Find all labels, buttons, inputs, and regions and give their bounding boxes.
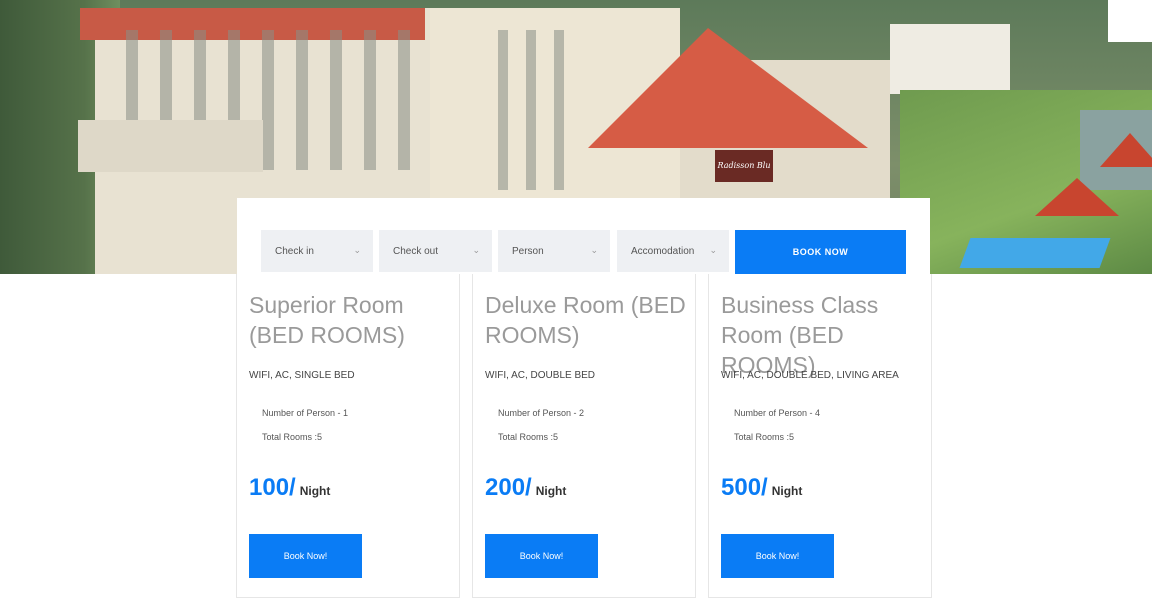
room-price-unit: Night — [535, 484, 567, 498]
room-title: Deluxe Room (BED ROOMS) — [485, 292, 686, 348]
chevron-down-icon: ⌄ — [472, 244, 480, 255]
room-persons: Number of Person - 1 — [262, 408, 349, 418]
check-out-select[interactable]: Check out ⌄ — [379, 230, 492, 272]
room-price-value: 200/ — [485, 474, 532, 501]
hero-windows-center — [480, 30, 580, 190]
room-persons: Number of Person - 2 — [498, 408, 585, 418]
room-features: WIFI, AC, SINGLE BED — [249, 370, 355, 381]
hero-hotel-sign: Radisson Blu — [715, 150, 773, 182]
room-title: Business Class Room (BED ROOMS) — [721, 292, 879, 378]
room-title: Superior Room (BED ROOMS) — [249, 292, 405, 348]
room-features: WIFI, AC, DOUBLE BED — [485, 370, 596, 381]
hero-porch — [78, 120, 263, 172]
hero-gazebo-roof-far — [1100, 133, 1152, 167]
chevron-down-icon: ⌄ — [709, 244, 717, 255]
hero-corner-notch — [1108, 0, 1152, 42]
hero-gazebo-roof — [1035, 178, 1119, 216]
check-in-select[interactable]: Check in ⌄ — [261, 230, 373, 272]
room-card-business: Business Class Room (BED ROOMS) WIFI, AC… — [708, 274, 932, 598]
accomodation-label: Accomodation — [631, 245, 695, 257]
room-total-rooms: Total Rooms :5 — [262, 432, 323, 442]
room-book-now-button[interactable]: Book Now! — [249, 534, 362, 578]
person-select[interactable]: Person ⌄ — [498, 230, 610, 272]
room-card-deluxe: Deluxe Room (BED ROOMS) WIFI, AC, DOUBLE… — [472, 274, 696, 598]
hero-pool — [959, 238, 1111, 268]
chevron-down-icon: ⌄ — [590, 244, 598, 255]
hero-annex — [890, 24, 1010, 94]
room-book-now-button[interactable]: Book Now! — [721, 534, 834, 578]
room-price-unit: Night — [771, 484, 803, 498]
book-now-button[interactable]: BOOK NOW — [735, 230, 906, 274]
room-price-value: 100/ — [249, 474, 296, 501]
room-card-superior: Superior Room (BED ROOMS) WIFI, AC, SING… — [236, 274, 460, 598]
check-in-label: Check in — [275, 245, 314, 257]
room-book-now-button[interactable]: Book Now! — [485, 534, 598, 578]
hero-roof-main — [588, 28, 868, 148]
room-price: 100/Night — [249, 474, 330, 502]
room-price: 200/Night — [485, 474, 566, 502]
room-total-rooms: Total Rooms :5 — [498, 432, 559, 442]
room-total-rooms: Total Rooms :5 — [734, 432, 795, 442]
room-features: WIFI, AC, DOUBLE BED, LIVING AREA — [721, 370, 899, 381]
person-label: Person — [512, 245, 544, 257]
room-price-unit: Night — [299, 484, 331, 498]
check-out-label: Check out — [393, 245, 439, 257]
accomodation-select[interactable]: Accomodation ⌄ — [617, 230, 729, 272]
chevron-down-icon: ⌄ — [353, 244, 361, 255]
booking-panel: Check in ⌄ Check out ⌄ Person ⌄ Accomoda… — [237, 198, 930, 274]
room-persons: Number of Person - 4 — [734, 408, 821, 418]
room-price-value: 500/ — [721, 474, 768, 501]
room-price: 500/Night — [721, 474, 802, 502]
